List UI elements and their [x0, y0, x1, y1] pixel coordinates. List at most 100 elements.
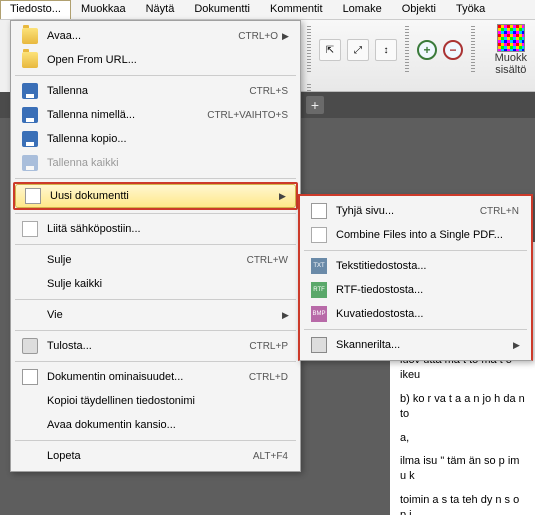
separator: [15, 361, 296, 362]
menu-save-copy[interactable]: Tallenna kopio...: [13, 127, 298, 151]
edit-content-label2: sisältö: [495, 64, 526, 76]
folder-url-icon: [22, 52, 38, 68]
scanner-icon: [311, 337, 327, 353]
menu-document[interactable]: Dokumentti: [184, 0, 260, 19]
menu-save-all-label: Tallenna kaikki: [41, 157, 292, 169]
menu-edit[interactable]: Muokkaa: [71, 0, 136, 19]
submenu-from-scanner[interactable]: Skannerilta... ▶: [302, 333, 529, 357]
new-document-submenu: Tyhjä sivu... CTRL+N Combine Files into …: [298, 194, 533, 361]
menu-view[interactable]: Näytä: [136, 0, 185, 19]
menu-save-all: Tallenna kaikki: [13, 151, 298, 175]
chevron-right-icon: ▶: [279, 191, 289, 202]
separator: [15, 75, 296, 76]
menu-open-url-label: Open From URL...: [41, 54, 292, 66]
new-tab-button[interactable]: +: [306, 96, 324, 114]
menu-print-shortcut: CTRL+P: [249, 341, 292, 352]
menu-comments[interactable]: Kommentit: [260, 0, 333, 19]
menu-open-url[interactable]: Open From URL...: [13, 48, 298, 72]
menu-save-label: Tallenna: [41, 85, 249, 97]
rtf-file-icon: RTF: [311, 282, 327, 298]
save-icon: [22, 83, 38, 99]
combine-files-icon: [311, 227, 327, 243]
doc-text: ilma isu " täm än so p im u k: [400, 454, 525, 485]
menu-close-shortcut: CTRL+W: [247, 255, 292, 266]
menu-exit[interactable]: Lopeta ALT+F4: [13, 444, 298, 468]
toolbar-grip[interactable]: [307, 26, 311, 74]
file-menu-dropdown: Avaa... CTRL+O ▶ Open From URL... Tallen…: [10, 20, 301, 472]
separator: [304, 329, 527, 330]
menu-properties-shortcut: CTRL+D: [249, 372, 292, 383]
print-icon: [22, 338, 38, 354]
submenu-from-text[interactable]: TXT Tekstitiedostosta...: [302, 254, 529, 278]
edit-content-icon[interactable]: [497, 24, 525, 52]
submenu-blank-page[interactable]: Tyhjä sivu... CTRL+N: [302, 199, 529, 223]
separator: [15, 440, 296, 441]
menu-save[interactable]: Tallenna CTRL+S: [13, 79, 298, 103]
mail-icon: [22, 221, 38, 237]
menu-open-folder-label: Avaa dokumentin kansio...: [41, 419, 292, 431]
separator: [15, 178, 296, 179]
zoom-out-icon[interactable]: −: [443, 40, 463, 60]
menu-email[interactable]: Liitä sähköpostiin...: [13, 217, 298, 241]
submenu-blank-label: Tyhjä sivu...: [330, 205, 480, 217]
menu-open-folder[interactable]: Avaa dokumentin kansio...: [13, 413, 298, 437]
menu-print[interactable]: Tulosta... CTRL+P: [13, 334, 298, 358]
separator: [304, 250, 527, 251]
doc-text: a,: [400, 431, 525, 446]
menu-object[interactable]: Objekti: [392, 0, 446, 19]
menu-tools[interactable]: Työka: [446, 0, 495, 19]
page-height-button[interactable]: ↕: [375, 39, 397, 61]
submenu-from-rtf[interactable]: RTF RTF-tiedostosta...: [302, 278, 529, 302]
save-as-icon: [22, 107, 38, 123]
submenu-combine[interactable]: Combine Files into a Single PDF...: [302, 223, 529, 247]
menu-new-document[interactable]: Uusi dokumentti ▶: [15, 184, 296, 208]
image-file-icon: BMP: [311, 306, 327, 322]
submenu-from-text-label: Tekstitiedostosta...: [330, 260, 523, 272]
page-width-button[interactable]: ⇱: [319, 39, 341, 61]
menu-properties[interactable]: Dokumentin ominaisuudet... CTRL+D: [13, 365, 298, 389]
chevron-right-icon: ▶: [282, 31, 292, 42]
menu-open-shortcut: CTRL+O: [238, 31, 282, 42]
zoom-in-icon[interactable]: +: [417, 40, 437, 60]
submenu-combine-label: Combine Files into a Single PDF...: [330, 229, 523, 241]
menu-close-all-label: Sulje kaikki: [41, 278, 292, 290]
page-fit-button[interactable]: ⤢: [347, 39, 369, 61]
folder-open-icon: [22, 28, 38, 44]
menu-save-as-label: Tallenna nimellä...: [41, 109, 207, 121]
menu-copy-filename[interactable]: Kopioi täydellinen tiedostonimi: [13, 389, 298, 413]
toolbar-grip[interactable]: [471, 26, 475, 74]
menu-save-as[interactable]: Tallenna nimellä... CTRL+VAIHTO+S: [13, 103, 298, 127]
menu-form[interactable]: Lomake: [333, 0, 392, 19]
submenu-blank-shortcut: CTRL+N: [480, 206, 523, 217]
separator: [15, 299, 296, 300]
menu-save-shortcut: CTRL+S: [249, 86, 292, 97]
menu-export[interactable]: Vie ▶: [13, 303, 298, 327]
separator: [15, 244, 296, 245]
edit-content-label: Muokk: [495, 52, 527, 64]
menu-properties-label: Dokumentin ominaisuudet...: [41, 371, 249, 383]
submenu-from-image-label: Kuvatiedostosta...: [330, 308, 523, 320]
save-all-icon: [22, 155, 38, 171]
submenu-from-scanner-label: Skannerilta...: [330, 339, 513, 351]
submenu-from-rtf-label: RTF-tiedostosta...: [330, 284, 523, 296]
chevron-right-icon: ▶: [513, 340, 523, 351]
menu-file[interactable]: Tiedosto...: [0, 0, 71, 19]
submenu-from-image[interactable]: BMP Kuvatiedostosta...: [302, 302, 529, 326]
menu-export-label: Vie: [41, 309, 282, 321]
blank-page-icon: [311, 203, 327, 219]
menu-close-all[interactable]: Sulje kaikki: [13, 272, 298, 296]
txt-file-icon: TXT: [311, 258, 327, 274]
menu-exit-label: Lopeta: [41, 450, 253, 462]
separator: [15, 330, 296, 331]
doc-text: b) ko r va t a a n jo h da n to: [400, 392, 525, 423]
menu-copy-filename-label: Kopioi täydellinen tiedostonimi: [41, 395, 292, 407]
toolbar: ⇱ ⤢ ↕ + − Muokk sisältö ⟳ 75% +: [301, 20, 535, 92]
menu-print-label: Tulosta...: [41, 340, 249, 352]
toolbar-grip[interactable]: [405, 26, 409, 74]
menu-email-label: Liitä sähköpostiin...: [41, 223, 292, 235]
menu-open[interactable]: Avaa... CTRL+O ▶: [13, 24, 298, 48]
menu-close-label: Sulje: [41, 254, 247, 266]
menu-save-as-shortcut: CTRL+VAIHTO+S: [207, 110, 292, 121]
menu-close[interactable]: Sulje CTRL+W: [13, 248, 298, 272]
menu-exit-shortcut: ALT+F4: [253, 451, 292, 462]
